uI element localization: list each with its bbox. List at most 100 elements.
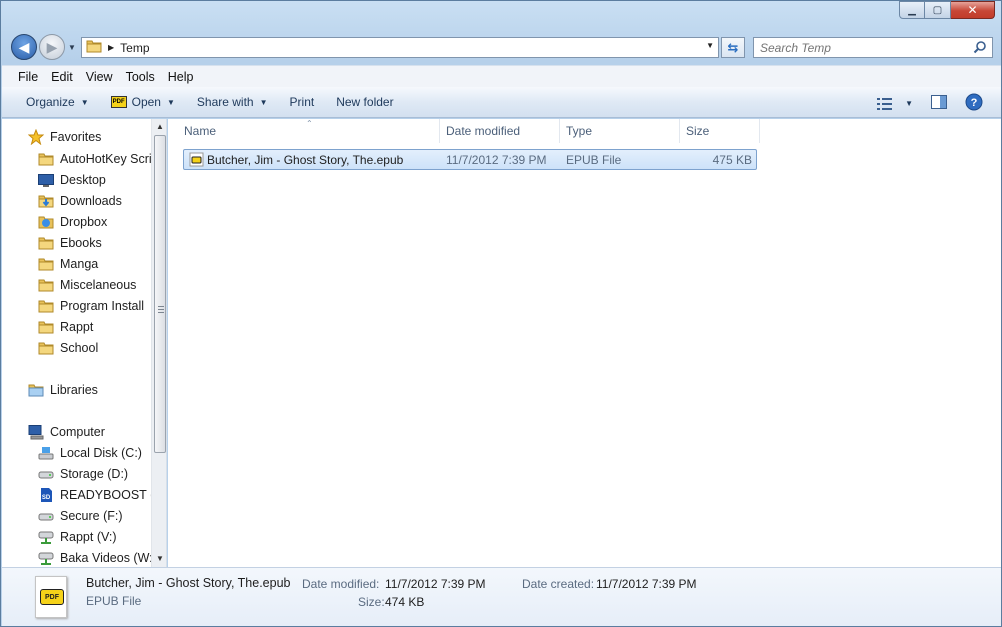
nav-favorites-label: Favorites [50,130,102,144]
nav-item-label: Desktop [60,173,106,187]
file-size: 475 KB [712,153,752,167]
nav-drive-w[interactable]: Baka Videos (W:) [38,548,157,567]
details-date-created-value[interactable]: 11/7/2012 7:39 PM [596,577,697,591]
sd-card-icon: SD [38,487,54,503]
open-label: Open [131,95,161,109]
nav-item-autohotkey[interactable]: AutoHotKey Scrip [38,149,159,169]
close-button[interactable]: ✕ [951,1,995,19]
forward-button[interactable]: ▶ [39,34,65,60]
minimize-button[interactable]: ▁ [899,1,925,19]
details-date-created-label: Date created: [522,577,595,591]
nav-item-label: Downloads [60,194,122,208]
column-header-date-modified-label: Date modified [446,124,521,138]
nav-item-label: Ebooks [60,236,102,250]
nav-item-program-install[interactable]: Program Install [38,296,144,316]
help-icon: ? [965,93,983,111]
details-pane: PDF Butcher, Jim - Ghost Story, The.epub… [2,567,1001,626]
nav-computer-label: Computer [50,425,105,439]
print-label: Print [289,95,315,109]
menu-file[interactable]: File [18,70,38,84]
open-button[interactable]: PDF Open ▼ [110,95,175,109]
maximize-button[interactable]: ▢ [925,1,951,19]
preview-pane-button[interactable] [931,95,947,112]
scrollbar-thumb[interactable] [154,135,166,453]
menu-edit[interactable]: Edit [51,70,73,84]
search-icon[interactable] [973,40,987,57]
help-button[interactable]: ? [965,93,983,114]
print-button[interactable]: Print [290,95,315,109]
menu-help[interactable]: Help [168,70,194,84]
folder-icon [38,256,54,272]
nav-item-dropbox[interactable]: Dropbox [38,212,107,232]
nav-favorites[interactable]: Favorites [28,127,101,147]
column-header-type[interactable]: Type [560,119,680,143]
search-input[interactable] [760,40,960,55]
scroll-down-arrow-icon[interactable]: ▼ [156,554,164,563]
scroll-up-arrow-icon[interactable]: ▲ [156,122,164,131]
details-size-label: Size: [358,595,385,609]
nav-item-school[interactable]: School [38,338,98,358]
nav-drive-c[interactable]: Local Disk (C:) [38,443,142,463]
nav-scrollbar[interactable]: ▲ ▼ [151,119,166,567]
nav-drive-f[interactable]: Secure (F:) [38,506,123,526]
nav-item-downloads[interactable]: Downloads [38,191,122,211]
column-header-date-modified[interactable]: Date modified [440,119,560,143]
nav-item-label: School [60,341,99,355]
new-folder-label: New folder [336,95,394,109]
search-box[interactable] [753,37,993,58]
hard-drive-icon [38,466,54,482]
column-header-size[interactable]: Size [680,119,760,143]
refresh-icon: ⇆ [727,39,739,55]
organize-button[interactable]: Organize ▼ [26,95,89,109]
details-date-modified-value[interactable]: 11/7/2012 7:39 PM [385,577,486,591]
nav-drive-d[interactable]: Storage (D:) [38,464,128,484]
menu-view[interactable]: View [86,70,113,84]
nav-item-desktop[interactable]: Desktop [38,170,106,190]
share-with-label: Share with [196,95,254,109]
share-with-button[interactable]: Share with ▼ [197,95,268,109]
forward-arrow-icon: ▶ [46,38,58,55]
folder-icon [38,235,54,251]
nav-item-label: Local Disk (C:) [60,446,142,460]
breadcrumb-separator-icon[interactable]: ▶ [108,43,114,52]
chevron-down-icon: ▼ [166,97,175,107]
column-header-name[interactable]: Name [178,119,440,143]
file-date-modified: 11/7/2012 7:39 PM [446,153,547,167]
nav-item-miscelaneous[interactable]: Miscelaneous [38,275,136,295]
star-icon [28,129,44,145]
new-folder-button[interactable]: New folder [336,95,393,109]
details-filetype: EPUB File [86,594,142,608]
preview-pane-icon [931,95,947,109]
nav-item-label: Secure (F:) [60,509,123,523]
epub-file-icon [189,152,204,170]
libraries-icon [28,382,44,398]
organize-label: Organize [26,95,75,109]
file-row-selected[interactable]: Butcher, Jim - Ghost Story, The.epub 11/… [183,149,757,170]
folder-icon [86,39,102,56]
menu-tools[interactable]: Tools [126,70,155,84]
nav-drive-v[interactable]: Rappt (V:) [38,527,117,547]
title-bar[interactable]: ▁ ▢ ✕ [1,1,1001,31]
window-controls: ▁ ▢ ✕ [899,1,995,19]
windows-drive-icon [38,445,54,461]
back-arrow-icon: ◀ [18,38,30,55]
column-header-size-label: Size [686,124,710,138]
column-header-type-label: Type [566,124,593,138]
change-view-button[interactable]: ▼ [877,97,913,110]
nav-drive-e[interactable]: SD READYBOOST (E: [38,485,166,505]
nav-item-ebooks[interactable]: Ebooks [38,233,102,253]
nav-libraries-label: Libraries [50,383,98,397]
downloads-folder-icon [38,193,54,209]
refresh-button[interactable]: ⇆ [721,37,745,58]
nav-item-rappt[interactable]: Rappt [38,317,93,337]
address-history-dropdown[interactable]: ▼ [706,41,714,50]
nav-item-manga[interactable]: Manga [38,254,98,274]
nav-libraries[interactable]: Libraries [28,380,98,400]
menu-bar: File Edit View Tools Help [2,65,1001,87]
recent-pages-dropdown[interactable]: ▼ [68,43,76,52]
address-bar[interactable]: ▶ Temp ▼ [81,37,719,58]
breadcrumb-current[interactable]: Temp [120,41,149,55]
nav-computer[interactable]: Computer [28,422,105,442]
folder-icon [38,319,54,335]
back-button[interactable]: ◀ [11,34,37,60]
